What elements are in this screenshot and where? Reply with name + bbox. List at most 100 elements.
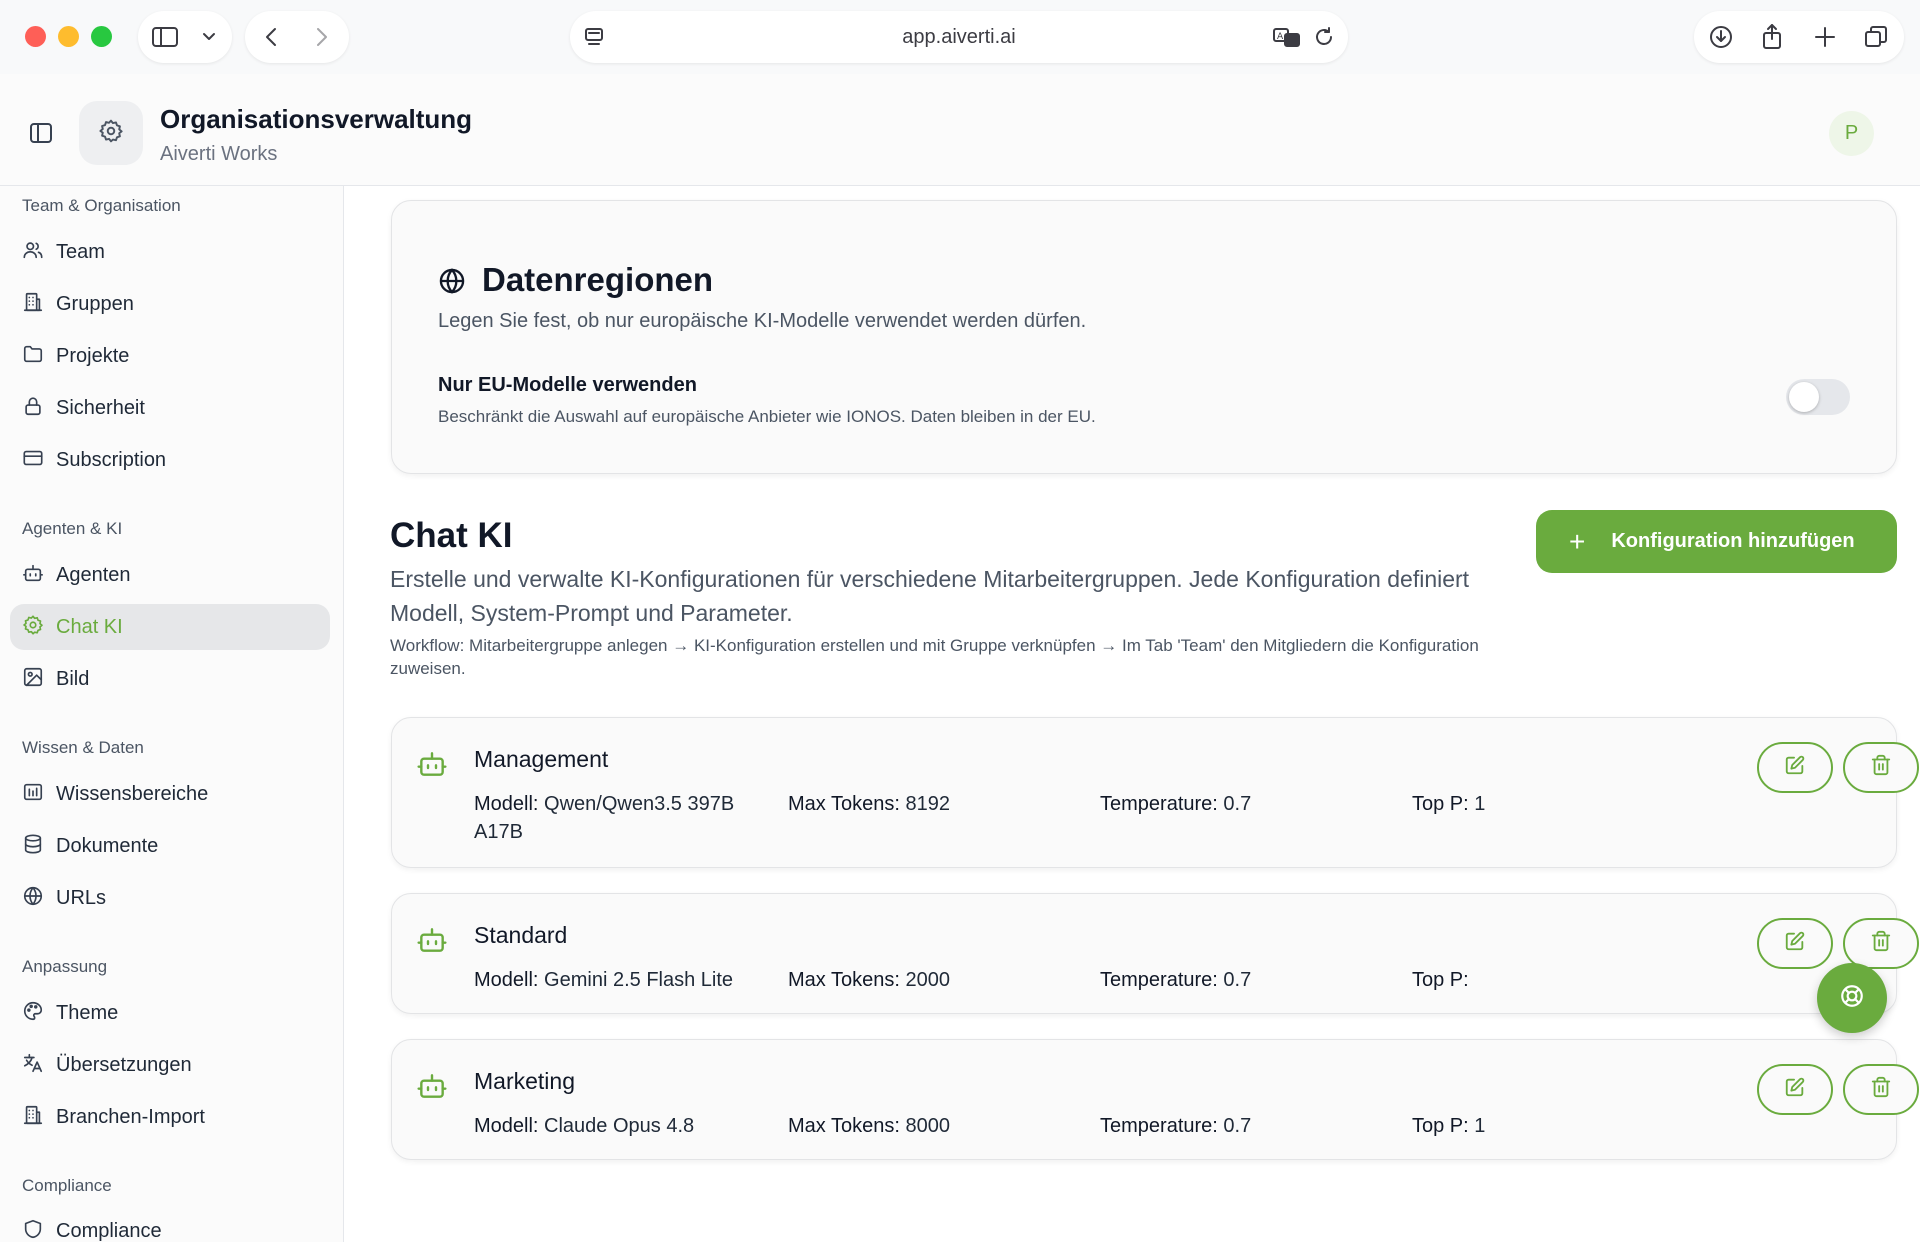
new-tab-icon[interactable] [1812,24,1838,55]
minimize-window-button[interactable] [58,26,79,47]
model-label: Modell: [474,793,539,815]
page-menu-icon[interactable] [582,25,606,54]
forward-arrow-icon[interactable] [309,25,333,54]
config-top-p: Top P: 1 [1412,1112,1485,1140]
config-name: Marketing [474,1068,575,1094]
palette-icon [22,1000,44,1027]
image-icon [22,666,44,693]
delete-config-button[interactable] [1843,742,1919,793]
sidebar-item-label: Compliance [56,1219,162,1242]
globe-icon [438,267,466,300]
translate-page-icon[interactable]: A [1272,25,1302,54]
sidebar-item-branchen-import[interactable]: Branchen-Import [10,1094,330,1140]
config-max-tokens: Max Tokens: 8192 [788,790,950,818]
max-tokens-value: 8192 [905,793,950,815]
sidebar-item-sicherheit[interactable]: Sicherheit [10,385,330,431]
top-p-label: Top P: [1412,969,1469,991]
url-text[interactable]: app.aiverti.ai [902,26,1015,49]
download-icon[interactable] [1708,24,1734,55]
tab-overview-icon[interactable] [1863,24,1889,55]
sidebar-item-agenten[interactable]: Agenten [10,552,330,598]
close-window-button[interactable] [25,26,46,47]
sidebar-item-bild[interactable]: Bild [10,656,330,702]
database-icon [22,833,44,860]
sidebar-item-label: Gruppen [56,292,134,315]
sidebar-item-uebersetzungen[interactable]: Übersetzungen [10,1042,330,1088]
edit-config-button[interactable] [1757,918,1833,969]
back-arrow-icon[interactable] [260,25,284,54]
sidebar-item-team[interactable]: Team [10,229,330,275]
sidebar-item-label: Wissensbereiche [56,782,209,805]
sidebar-item-subscription[interactable]: Subscription [10,437,330,483]
config-name: Standard [474,922,568,948]
temperature-value: 0.7 [1223,1115,1252,1137]
share-icon[interactable] [1759,23,1785,56]
sidebar-item-theme[interactable]: Theme [10,990,330,1036]
top-p-value: 1 [1474,1115,1486,1137]
settings-badge [79,101,143,165]
config-model: Modell: Claude Opus 4.8 [474,1112,764,1140]
sidebar-item-label: Chat KI [56,615,123,638]
gear-icon [22,614,44,641]
reload-icon[interactable] [1312,25,1336,54]
config-max-tokens: Max Tokens: 2000 [788,966,950,994]
browser-actions [1694,11,1904,63]
main-content: Datenregionen Legen Sie fest, ob nur eur… [345,186,1920,1242]
eu-models-option-description: Beschränkt die Auswahl auf europäische A… [438,407,1096,426]
edit-icon [1784,930,1806,957]
data-regions-card: Datenregionen Legen Sie fest, ob nur eur… [391,200,1897,474]
sidebar-toggle-icon[interactable] [28,120,54,151]
max-tokens-label: Max Tokens: [788,793,900,815]
app-header: Organisationsverwaltung Aiverti Works P [0,74,1920,186]
sidebar-tabs-control[interactable] [138,11,232,63]
add-configuration-button[interactable]: + Konfiguration hinzufügen [1536,510,1897,573]
browser-sidebar-icon[interactable] [151,25,179,54]
folder-icon [22,343,44,370]
sidebar-section-anpassung: Anpassung [22,957,108,976]
sidebar-item-wissensbereiche[interactable]: Wissensbereiche [10,771,330,817]
top-p-label: Top P: [1412,1115,1469,1137]
users-icon [22,239,44,266]
sidebar-item-gruppen[interactable]: Gruppen [10,281,330,327]
max-tokens-label: Max Tokens: [788,969,900,991]
config-top-p: Top P: 1 [1412,790,1485,818]
sidebar-item-compliance[interactable]: Compliance [10,1208,330,1242]
model-label: Modell: [474,969,539,991]
chevron-down-icon[interactable] [199,27,219,52]
sidebar-section-agenten-ki: Agenten & KI [22,519,123,538]
organization-name: Aiverti Works [160,143,278,165]
top-p-label: Top P: [1412,793,1469,815]
life-buoy-icon [1839,983,1865,1014]
config-card-management: Management Modell: Qwen/Qwen3.5 397B A17… [391,717,1919,868]
gear-icon [98,118,124,149]
sidebar-item-projekte[interactable]: Projekte [10,333,330,379]
sidebar-item-urls[interactable]: URLs [10,875,330,921]
edit-config-button[interactable] [1757,742,1833,793]
library-icon [22,781,44,808]
delete-config-button[interactable] [1843,918,1919,969]
avatar[interactable]: P [1829,111,1874,156]
temperature-label: Temperature: [1100,1115,1218,1137]
delete-config-button[interactable] [1843,1064,1919,1115]
sidebar-section-wissen-daten: Wissen & Daten [22,738,144,757]
svg-text:A: A [1277,32,1284,42]
sidebar-item-dokumente[interactable]: Dokumente [10,823,330,869]
config-model: Modell: Gemini 2.5 Flash Lite [474,966,764,994]
page-title: Organisationsverwaltung [160,104,473,134]
help-button[interactable] [1817,963,1887,1033]
edit-config-button[interactable] [1757,1064,1833,1115]
config-max-tokens: Max Tokens: 8000 [788,1112,950,1140]
sidebar-item-chat-ki[interactable]: Chat KI [10,604,330,650]
add-configuration-label: Konfiguration hinzufügen [1611,530,1855,552]
address-bar-actions: A [1272,25,1336,54]
max-tokens-value: 2000 [905,969,950,991]
sidebar-section-team-organisation: Team & Organisation [22,196,181,215]
sidebar-item-label: Team [56,240,105,263]
sidebar-section-compliance: Compliance [22,1176,112,1195]
temperature-value: 0.7 [1223,793,1252,815]
zoom-window-button[interactable] [91,26,112,47]
eu-models-toggle[interactable] [1786,379,1850,415]
address-bar[interactable]: app.aiverti.ai A [570,11,1348,63]
plus-icon: + [1569,525,1586,557]
bot-icon [22,562,44,589]
